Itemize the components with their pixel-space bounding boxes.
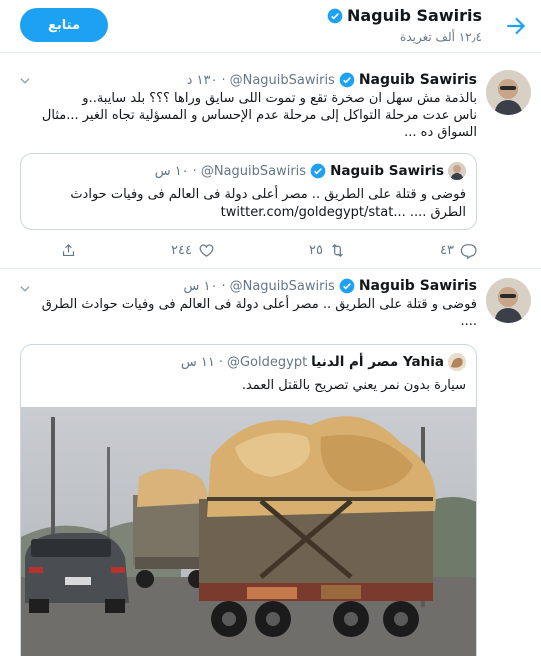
avatar: [448, 162, 466, 180]
verified-badge-icon: [327, 8, 343, 23]
quote-text: فوضى و قتلة على الطريق .. مصر أعلى دولة …: [31, 186, 466, 222]
like-count: ٢٤٤: [171, 242, 192, 258]
retweet-button[interactable]: ٢٥: [309, 242, 346, 259]
avatar[interactable]: [486, 70, 531, 115]
tweet[interactable]: Naguib Sawiris @NaguibSawiris · ١٣٠ د با…: [0, 60, 541, 269]
tweet-text-line: فوضى و قتلة على الطريق .. مصر أعلى دولة …: [41, 297, 477, 312]
back-arrow-icon[interactable]: [503, 13, 529, 39]
verified-badge-icon: [310, 163, 326, 179]
verified-badge-icon: [339, 72, 355, 88]
tweet-count: ١٢٫٤ ألف تغريدة: [400, 30, 482, 44]
quote-author-name: Naguib Sawiris: [330, 163, 444, 179]
tweet-time[interactable]: ١٠ س: [183, 279, 217, 294]
quote-text: سيارة بدون نمر يعني تصريح بالقتل العمد.: [241, 378, 466, 393]
share-icon: [62, 243, 75, 256]
avatar: [448, 353, 466, 371]
profile-header: Naguib Sawiris ١٢٫٤ ألف تغريدة متابع: [0, 0, 541, 53]
author-handle[interactable]: @NaguibSawiris: [230, 279, 335, 294]
quote-text-line: الطرق .... ...twitter.com/goldegypt/stat: [220, 205, 466, 220]
quote-time: ١١ س: [180, 354, 215, 370]
reply-icon: [460, 243, 477, 259]
reply-count: ٤٣: [440, 242, 454, 258]
author-name[interactable]: Naguib Sawiris: [359, 278, 477, 294]
verified-badge-icon: [339, 278, 355, 294]
tweet[interactable]: Naguib Sawiris @NaguibSawiris · ١٠ س فوض…: [0, 270, 541, 656]
quote-time: ١٠ س: [154, 163, 189, 179]
quote-author-handle: @NaguibSawiris: [200, 163, 307, 179]
heart-icon: [199, 244, 214, 257]
quote-text-line: فوضى و قتلة على الطريق .. مصر أعلى دولة …: [70, 187, 466, 202]
tweet-text-line: بالذمة مش سهل ان صخرة تقع و تموت اللى سا…: [82, 91, 477, 106]
tweet-text-line: ناس عدت مرحلة التواكل إلى مرحلة عدم الإح…: [41, 108, 477, 123]
dot-separator: ·: [192, 163, 197, 179]
retweet-count: ٢٥: [309, 242, 323, 258]
tweet-text-line: ....: [460, 314, 477, 329]
quote-photo[interactable]: [21, 407, 476, 656]
tweet-time[interactable]: ١٣٠ د: [187, 73, 218, 88]
profile-name: Naguib Sawiris: [327, 6, 482, 25]
author-handle[interactable]: @NaguibSawiris: [230, 73, 335, 88]
tweet-text: بالذمة مش سهل ان صخرة تقع و تموت اللى سا…: [14, 90, 477, 141]
tweet-actions: ٤٣ ٢٥ ٢٤٤: [60, 240, 477, 260]
share-button[interactable]: [60, 242, 77, 259]
follow-button[interactable]: متابع: [20, 8, 108, 42]
quoted-tweet[interactable]: مصر أم الدنيا Yahia @Goldegypt · ١١ س سي…: [20, 344, 477, 656]
retweet-icon: [332, 243, 343, 257]
tweet-header: Naguib Sawiris @NaguibSawiris · ١٠ س: [183, 278, 477, 294]
tweet-text: فوضى و قتلة على الطريق .. مصر أعلى دولة …: [14, 296, 477, 330]
tweet-header: Naguib Sawiris @NaguibSawiris · ١٣٠ د: [187, 72, 477, 88]
quote-author-handle: @Goldegypt: [226, 354, 308, 370]
profile-name-text: Naguib Sawiris: [346, 6, 482, 25]
chevron-down-icon[interactable]: [18, 74, 32, 88]
dot-separator: ·: [218, 354, 223, 370]
tweet-text-line: السواق ده ...: [404, 125, 477, 140]
chevron-down-icon[interactable]: [18, 282, 32, 296]
reply-button[interactable]: ٤٣: [440, 242, 477, 259]
quote-header: Naguib Sawiris @NaguibSawiris · ١٠ س: [155, 162, 466, 180]
quoted-tweet[interactable]: Naguib Sawiris @NaguibSawiris · ١٠ س فوض…: [20, 153, 477, 230]
quote-header: مصر أم الدنيا Yahia @Goldegypt · ١١ س: [181, 353, 466, 371]
dot-separator: ·: [221, 72, 226, 88]
quote-author-name: مصر أم الدنيا Yahia: [311, 354, 444, 370]
like-button[interactable]: ٢٤٤: [171, 242, 215, 259]
avatar[interactable]: [486, 278, 531, 323]
dot-separator: ·: [221, 278, 226, 294]
author-name[interactable]: Naguib Sawiris: [359, 72, 477, 88]
